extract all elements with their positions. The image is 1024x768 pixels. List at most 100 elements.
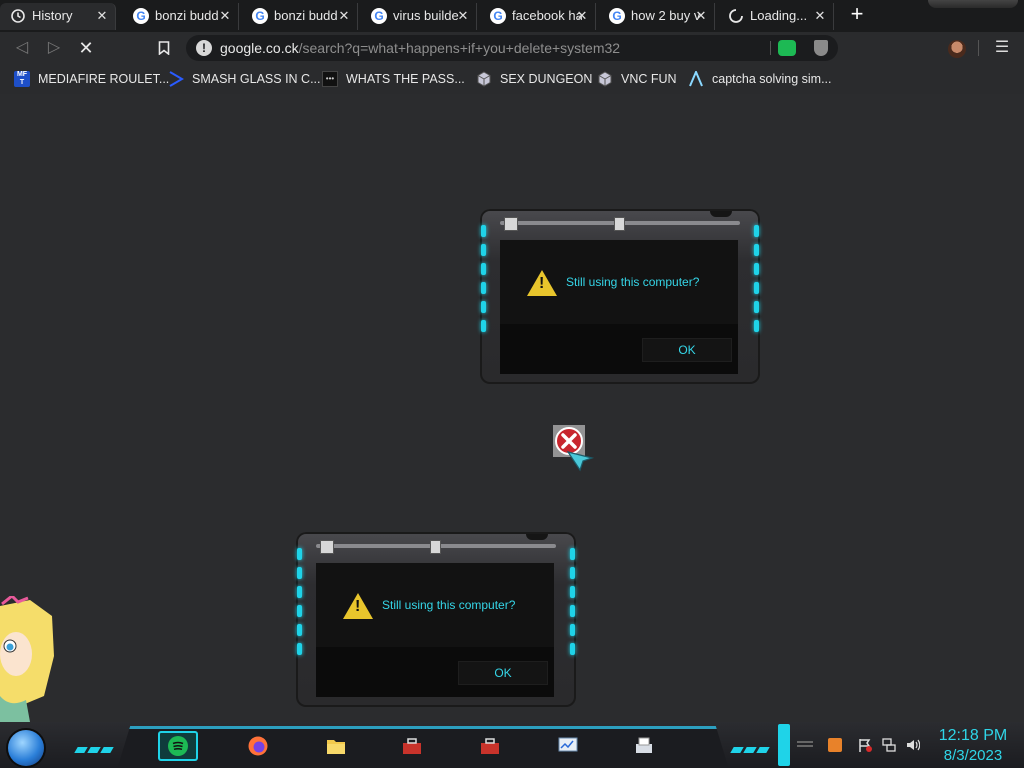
browser-toolbar: ◁ ▷ ✕ ! google.co.ck/search?q=what+happe… (0, 32, 1024, 64)
bookmark-icon[interactable] (158, 41, 170, 55)
dialog-body: ! Still using this computer? OK (500, 240, 738, 374)
tab-label: Loading... (750, 8, 808, 23)
tray-app-icon[interactable] (828, 738, 842, 752)
window-caption-bar (928, 0, 1018, 8)
tab-bonzi-1[interactable]: bonzi budd ✕ (123, 3, 239, 30)
tab-close-button[interactable]: ✕ (694, 3, 708, 28)
tab-bonzi-2[interactable]: bonzi budd ✕ (242, 3, 358, 30)
chevron-icon (169, 71, 184, 87)
tab-close-button[interactable]: ✕ (218, 3, 232, 28)
clock-date: 8/3/2023 (943, 747, 1003, 764)
taskbar-app-spotify[interactable] (158, 731, 198, 761)
taskbar-clock[interactable]: 12:18 PM 8/3/2023 (928, 726, 1018, 765)
google-icon (609, 8, 625, 24)
tab-how-2-buy[interactable]: how 2 buy v ✕ (599, 3, 715, 30)
forward-button[interactable]: ▷ (44, 38, 64, 58)
tab-history[interactable]: History ✕ (0, 3, 116, 30)
bookmark-smash-glass[interactable]: SMASH GLASS IN C... (168, 70, 321, 88)
taskbar-accent-left (74, 740, 115, 753)
shield-extension-icon[interactable] (814, 40, 828, 56)
volume-icon[interactable] (906, 738, 920, 752)
still-using-dialog-2: ! Still using this computer? OK (296, 532, 576, 707)
taskbar-app-file-explorer[interactable] (316, 731, 356, 761)
dialog-right-lights (754, 225, 759, 339)
spotify-icon (168, 736, 188, 756)
dialog-slider-handle[interactable] (614, 217, 625, 231)
monitor-chart-icon (558, 737, 578, 752)
google-icon (371, 8, 387, 24)
bookmark-mediafire[interactable]: MF T MEDIAFIRE ROULET... (14, 70, 169, 88)
tab-facebook[interactable]: facebook ha ✕ (480, 3, 596, 30)
dialog-right-lights (570, 548, 575, 662)
back-button[interactable]: ◁ (12, 38, 32, 58)
tab-close-button[interactable]: ✕ (456, 3, 470, 28)
tab-close-button[interactable]: ✕ (813, 3, 827, 28)
profile-avatar[interactable] (948, 40, 966, 58)
url-domain: google.co.ck (220, 40, 299, 56)
toolbox-icon (481, 738, 499, 754)
dialog-content: ! Still using this computer? (316, 563, 554, 647)
bookmark-vnc-fun[interactable]: VNC FUN (597, 70, 677, 88)
bookmark-label: VNC FUN (621, 72, 677, 86)
history-icon (11, 9, 25, 23)
dialog-notch (710, 211, 732, 217)
dialog-notch (526, 534, 548, 540)
tab-label: facebook ha (512, 8, 582, 23)
taskbar: 12:18 PM 8/3/2023 (0, 722, 1024, 768)
dialog-body: ! Still using this computer? OK (316, 563, 554, 697)
site-info-icon[interactable]: ! (196, 40, 212, 56)
ok-button[interactable]: OK (642, 338, 732, 362)
tab-virus-builder[interactable]: virus builde ✕ (361, 3, 477, 30)
show-desktop-button[interactable] (778, 724, 790, 766)
url-text[interactable]: google.co.ck/search?q=what+happens+if+yo… (220, 35, 620, 61)
tab-label: virus builde (393, 8, 459, 23)
dialog-icon-square (504, 217, 518, 231)
browser-menu-button[interactable]: ☰ (992, 38, 1012, 58)
dialog-slider-handle[interactable] (430, 540, 441, 554)
omnibox-divider (770, 41, 771, 55)
browser-tab-strip: History ✕ bonzi budd ✕ bonzi budd ✕ viru… (0, 0, 1024, 32)
tab-loading[interactable]: Loading... ✕ (718, 3, 834, 30)
printer-icon (636, 737, 652, 753)
tab-label: bonzi budd (274, 8, 338, 23)
url-path: /search?q=what+happens+if+you+delete+sys… (298, 40, 621, 56)
bookmark-label: SEX DUNGEON (500, 72, 593, 86)
network-icon[interactable] (882, 738, 896, 752)
ok-button[interactable]: OK (458, 661, 548, 685)
password-icon: ••• (322, 71, 338, 87)
action-center-flag-icon[interactable] (858, 738, 872, 752)
google-icon (490, 8, 506, 24)
tab-close-button[interactable]: ✕ (95, 3, 109, 28)
tab-label: how 2 buy v (631, 8, 701, 23)
new-tab-button[interactable]: + (846, 3, 868, 26)
bookmark-sex-dungeon[interactable]: SEX DUNGEON (476, 70, 592, 88)
taskbar-app-toolbox-1[interactable] (392, 731, 432, 761)
google-icon (252, 8, 268, 24)
taskbar-app-system-monitor[interactable] (548, 731, 588, 761)
address-bar[interactable]: ! google.co.ck/search?q=what+happens+if+… (186, 35, 838, 61)
firefox-icon (248, 736, 268, 756)
mediafire-icon: MF T (14, 71, 30, 87)
tray-overflow-icon[interactable] (796, 740, 814, 750)
caret-icon (689, 71, 703, 87)
dialog-content: ! Still using this computer? (500, 240, 738, 324)
start-button[interactable] (8, 730, 44, 766)
desktop-character-image[interactable] (0, 596, 56, 722)
bookmark-label: WHATS THE PASS... (346, 72, 465, 86)
taskbar-app-toolbox-2[interactable] (470, 731, 510, 761)
bookmark-whats-the-pass[interactable]: ••• WHATS THE PASS... (322, 70, 465, 88)
extension-green-icon[interactable] (778, 40, 796, 56)
taskbar-accent-right (730, 740, 771, 753)
bookmark-captcha[interactable]: captcha solving sim... (688, 70, 832, 88)
tab-label: History (32, 8, 73, 23)
folder-icon (327, 740, 345, 754)
taskbar-app-printer[interactable] (624, 731, 664, 761)
stop-button[interactable]: ✕ (76, 38, 96, 58)
warning-icon: ! (527, 270, 557, 296)
tab-close-button[interactable]: ✕ (337, 3, 351, 28)
clock-time: 12:18 PM (938, 727, 1008, 744)
tab-label: bonzi budd (155, 8, 219, 23)
dialog-message: Still using this computer? (566, 275, 700, 289)
tab-close-button[interactable]: ✕ (575, 3, 589, 28)
taskbar-app-firefox[interactable] (238, 731, 278, 761)
